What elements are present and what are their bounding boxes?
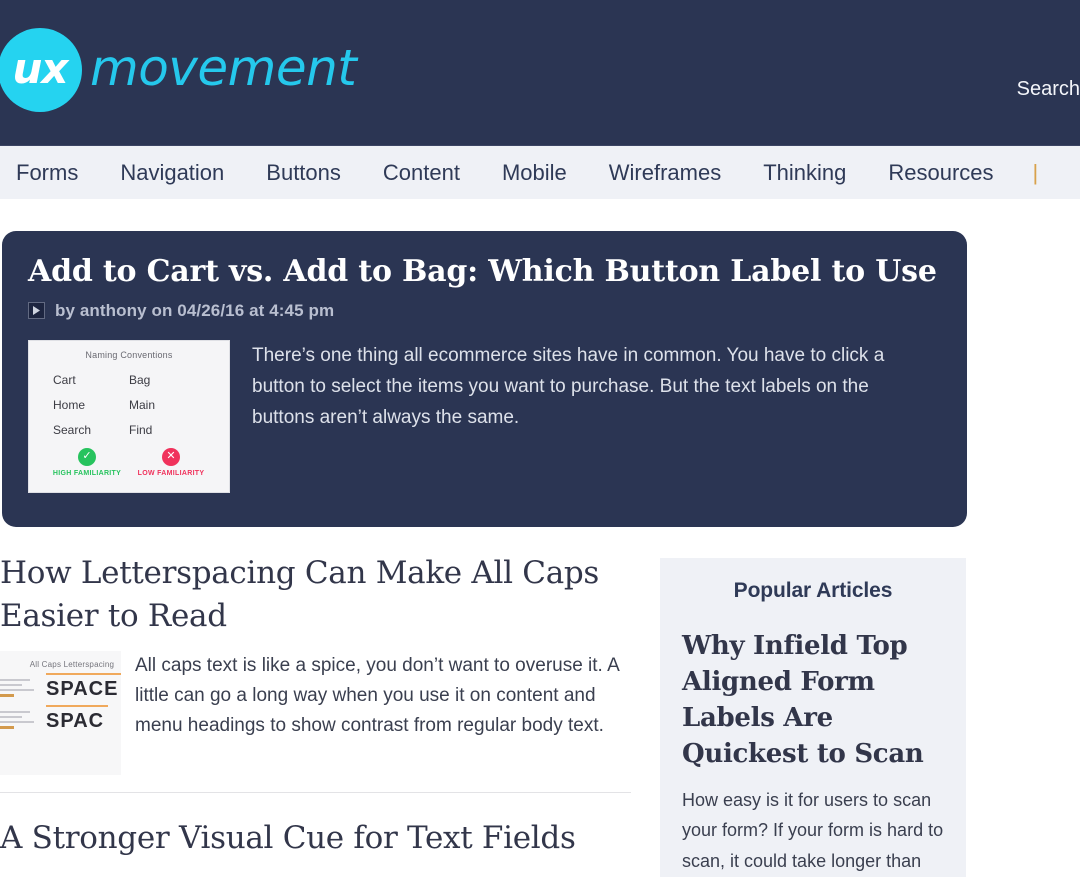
thumbnail-title: Naming Conventions [85,349,173,360]
play-icon [28,302,45,320]
article-thumbnail-copy [0,678,40,700]
logo-wordmark: movement [90,39,357,97]
sidebar-heading: Popular Articles [733,579,893,602]
article-visual-cue: A Stronger Visual Cue for Text Fields [0,817,632,860]
logo-circle-icon: ux [0,28,82,112]
nav-item-navigation[interactable]: Navigation [99,146,245,199]
placeholder-line [0,710,30,713]
thumbnail-term: Bag [129,372,151,387]
featured-article-row: Naming Conventions Cart Bag Home Main Se… [28,339,941,493]
article-thumbnail-inner: All Caps Letterspacing SPACE SPAC [0,651,121,775]
popular-articles-sidebar: Popular Articles Why Infield Top Aligned… [660,558,966,877]
nav-item-thinking[interactable]: Thinking [742,146,867,199]
placeholder-line-accent [0,693,14,697]
thumbnail-term: Home [53,397,86,412]
thumbnail-badge-good-label: HIGH FAMILIARITY [52,469,122,477]
thumbnail-term: Cart [53,372,76,387]
featured-article-excerpt: There’s one thing all ecommerce sites ha… [252,344,885,429]
article-thumbnail-word-top: SPACE [46,672,121,700]
placeholder-line [0,678,30,681]
nav-item-buttons[interactable]: Buttons [245,146,362,199]
featured-article-meta: by anthony on 04/26/16 at 4:45 pm [28,301,941,321]
nav-item-forms[interactable]: Forms [0,146,99,199]
featured-article-card[interactable]: Add to Cart vs. Add to Bag: Which Button… [2,231,967,527]
placeholder-line [0,720,34,723]
nav-item-overflow[interactable]: | [1015,146,1039,199]
article-thumbnail-word-bottom: SPAC [46,704,109,732]
placeholder-line [0,715,22,718]
thumbnail-badge-good: ✓ HIGH FAMILIARITY [52,447,122,477]
article-thumbnail[interactable]: All Caps Letterspacing SPACE SPAC [0,650,121,775]
article-title[interactable]: A Stronger Visual Cue for Text Fields [0,817,632,860]
main-article-column: How Letterspacing Can Make All Caps Easi… [0,552,632,859]
placeholder-line [0,688,34,691]
featured-article-byline: by anthony on 04/26/16 at 4:45 pm [55,300,335,320]
nav-item-resources[interactable]: Resources [867,146,1014,199]
article-thumbnail-title: All Caps Letterspacing [29,659,115,669]
placeholder-line-accent [0,725,14,729]
article-thumbnail-block-bottom: SPAC [0,704,121,733]
article-thumbnail-copy [0,710,40,732]
thumbnail-badge-bad-label: LOW FAMILIARITY [137,469,205,477]
featured-article-thumbnail[interactable]: Naming Conventions Cart Bag Home Main Se… [28,339,230,493]
thumbnail-badges: ✓ HIGH FAMILIARITY ✕ LOW FAMILIARITY [41,447,217,477]
site-logo[interactable]: ux movement [0,28,357,112]
thumbnail-badge-bad: ✕ LOW FAMILIARITY [137,447,205,477]
featured-article-title[interactable]: Add to Cart vs. Add to Bag: Which Button… [28,255,941,289]
check-icon: ✓ [78,447,96,466]
article-row: All Caps Letterspacing SPACE SPAC All ca… [0,650,632,775]
main-navigation: Forms Navigation Buttons Content Mobile … [0,145,1080,199]
thumbnail-term: Find [129,422,153,437]
sidebar-article-excerpt: How easy is it for users to scan your fo… [682,789,944,872]
article-letterspacing: How Letterspacing Can Make All Caps Easi… [0,552,632,793]
nav-item-content[interactable]: Content [362,146,481,199]
nav-item-mobile[interactable]: Mobile [481,146,588,199]
site-header: ux movement Search [0,0,1080,145]
logo-mark-text: ux [12,44,69,93]
cross-icon: ✕ [162,447,180,466]
article-excerpt: All caps text is like a spice, you don’t… [135,654,619,736]
placeholder-line [0,683,22,686]
thumbnail-term: Search [53,422,92,437]
page-body: Add to Cart vs. Add to Bag: Which Button… [0,199,1080,877]
sidebar-article-title[interactable]: Why Infield Top Aligned Form Labels Are … [682,629,944,773]
article-divider [0,791,631,793]
search-link[interactable]: Search [1017,78,1080,101]
article-thumbnail-block-top: SPACE [0,672,121,701]
thumbnail-term: Main [129,397,156,412]
thumbnail-term-grid: Cart Bag Home Main Search Find [41,373,217,437]
nav-item-wireframes[interactable]: Wireframes [588,146,742,199]
article-title[interactable]: How Letterspacing Can Make All Caps Easi… [0,552,632,638]
